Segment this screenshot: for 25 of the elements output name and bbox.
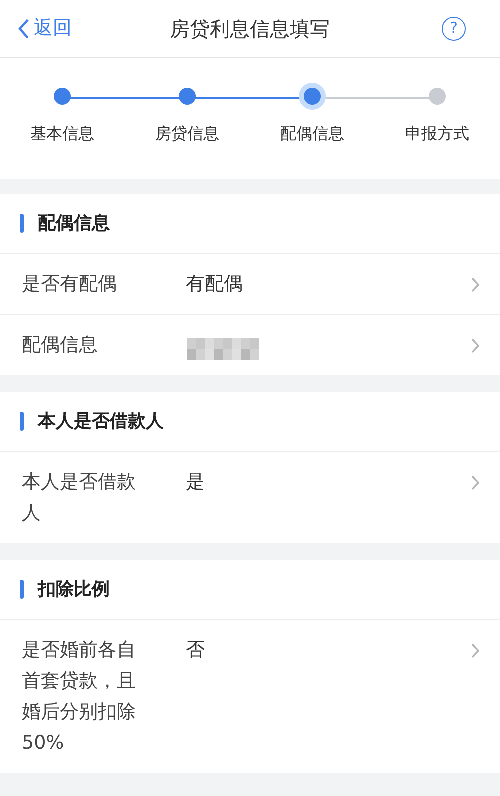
section-title: 扣除比例 — [38, 578, 110, 602]
field-value: 是 — [186, 471, 205, 493]
chevron-icon — [471, 277, 480, 293]
help-button[interactable]: ? — [442, 16, 466, 40]
section-marker — [20, 214, 24, 233]
section-title: 配偶信息 — [38, 212, 110, 236]
back-icon — [18, 18, 30, 40]
section-marker — [20, 580, 24, 599]
field-label: 本人是否借款人 — [22, 470, 137, 526]
back-button[interactable]: 返回 — [0, 14, 72, 43]
section-title: 本人是否借款人 — [38, 410, 164, 434]
field-value: 有配偶 — [186, 273, 243, 295]
step-label: 基本信息 — [30, 123, 96, 145]
field-label: 配偶信息 — [22, 333, 99, 358]
step-label: 房贷信息 — [154, 123, 220, 145]
chevron-icon — [471, 643, 480, 659]
field-value: 否 — [186, 639, 205, 661]
page-title: 房贷利息信息填写 — [170, 16, 330, 42]
chevron-icon — [471, 338, 480, 354]
field-label: 是否有配偶 — [22, 272, 118, 297]
chevron-icon — [471, 475, 480, 491]
step-label: 配偶信息 — [280, 123, 346, 145]
section-marker — [20, 412, 24, 431]
step-label: 申报方式 — [404, 123, 470, 145]
field-label: 是否婚前各自首套贷款，且婚后分别扣除50% — [22, 638, 137, 756]
